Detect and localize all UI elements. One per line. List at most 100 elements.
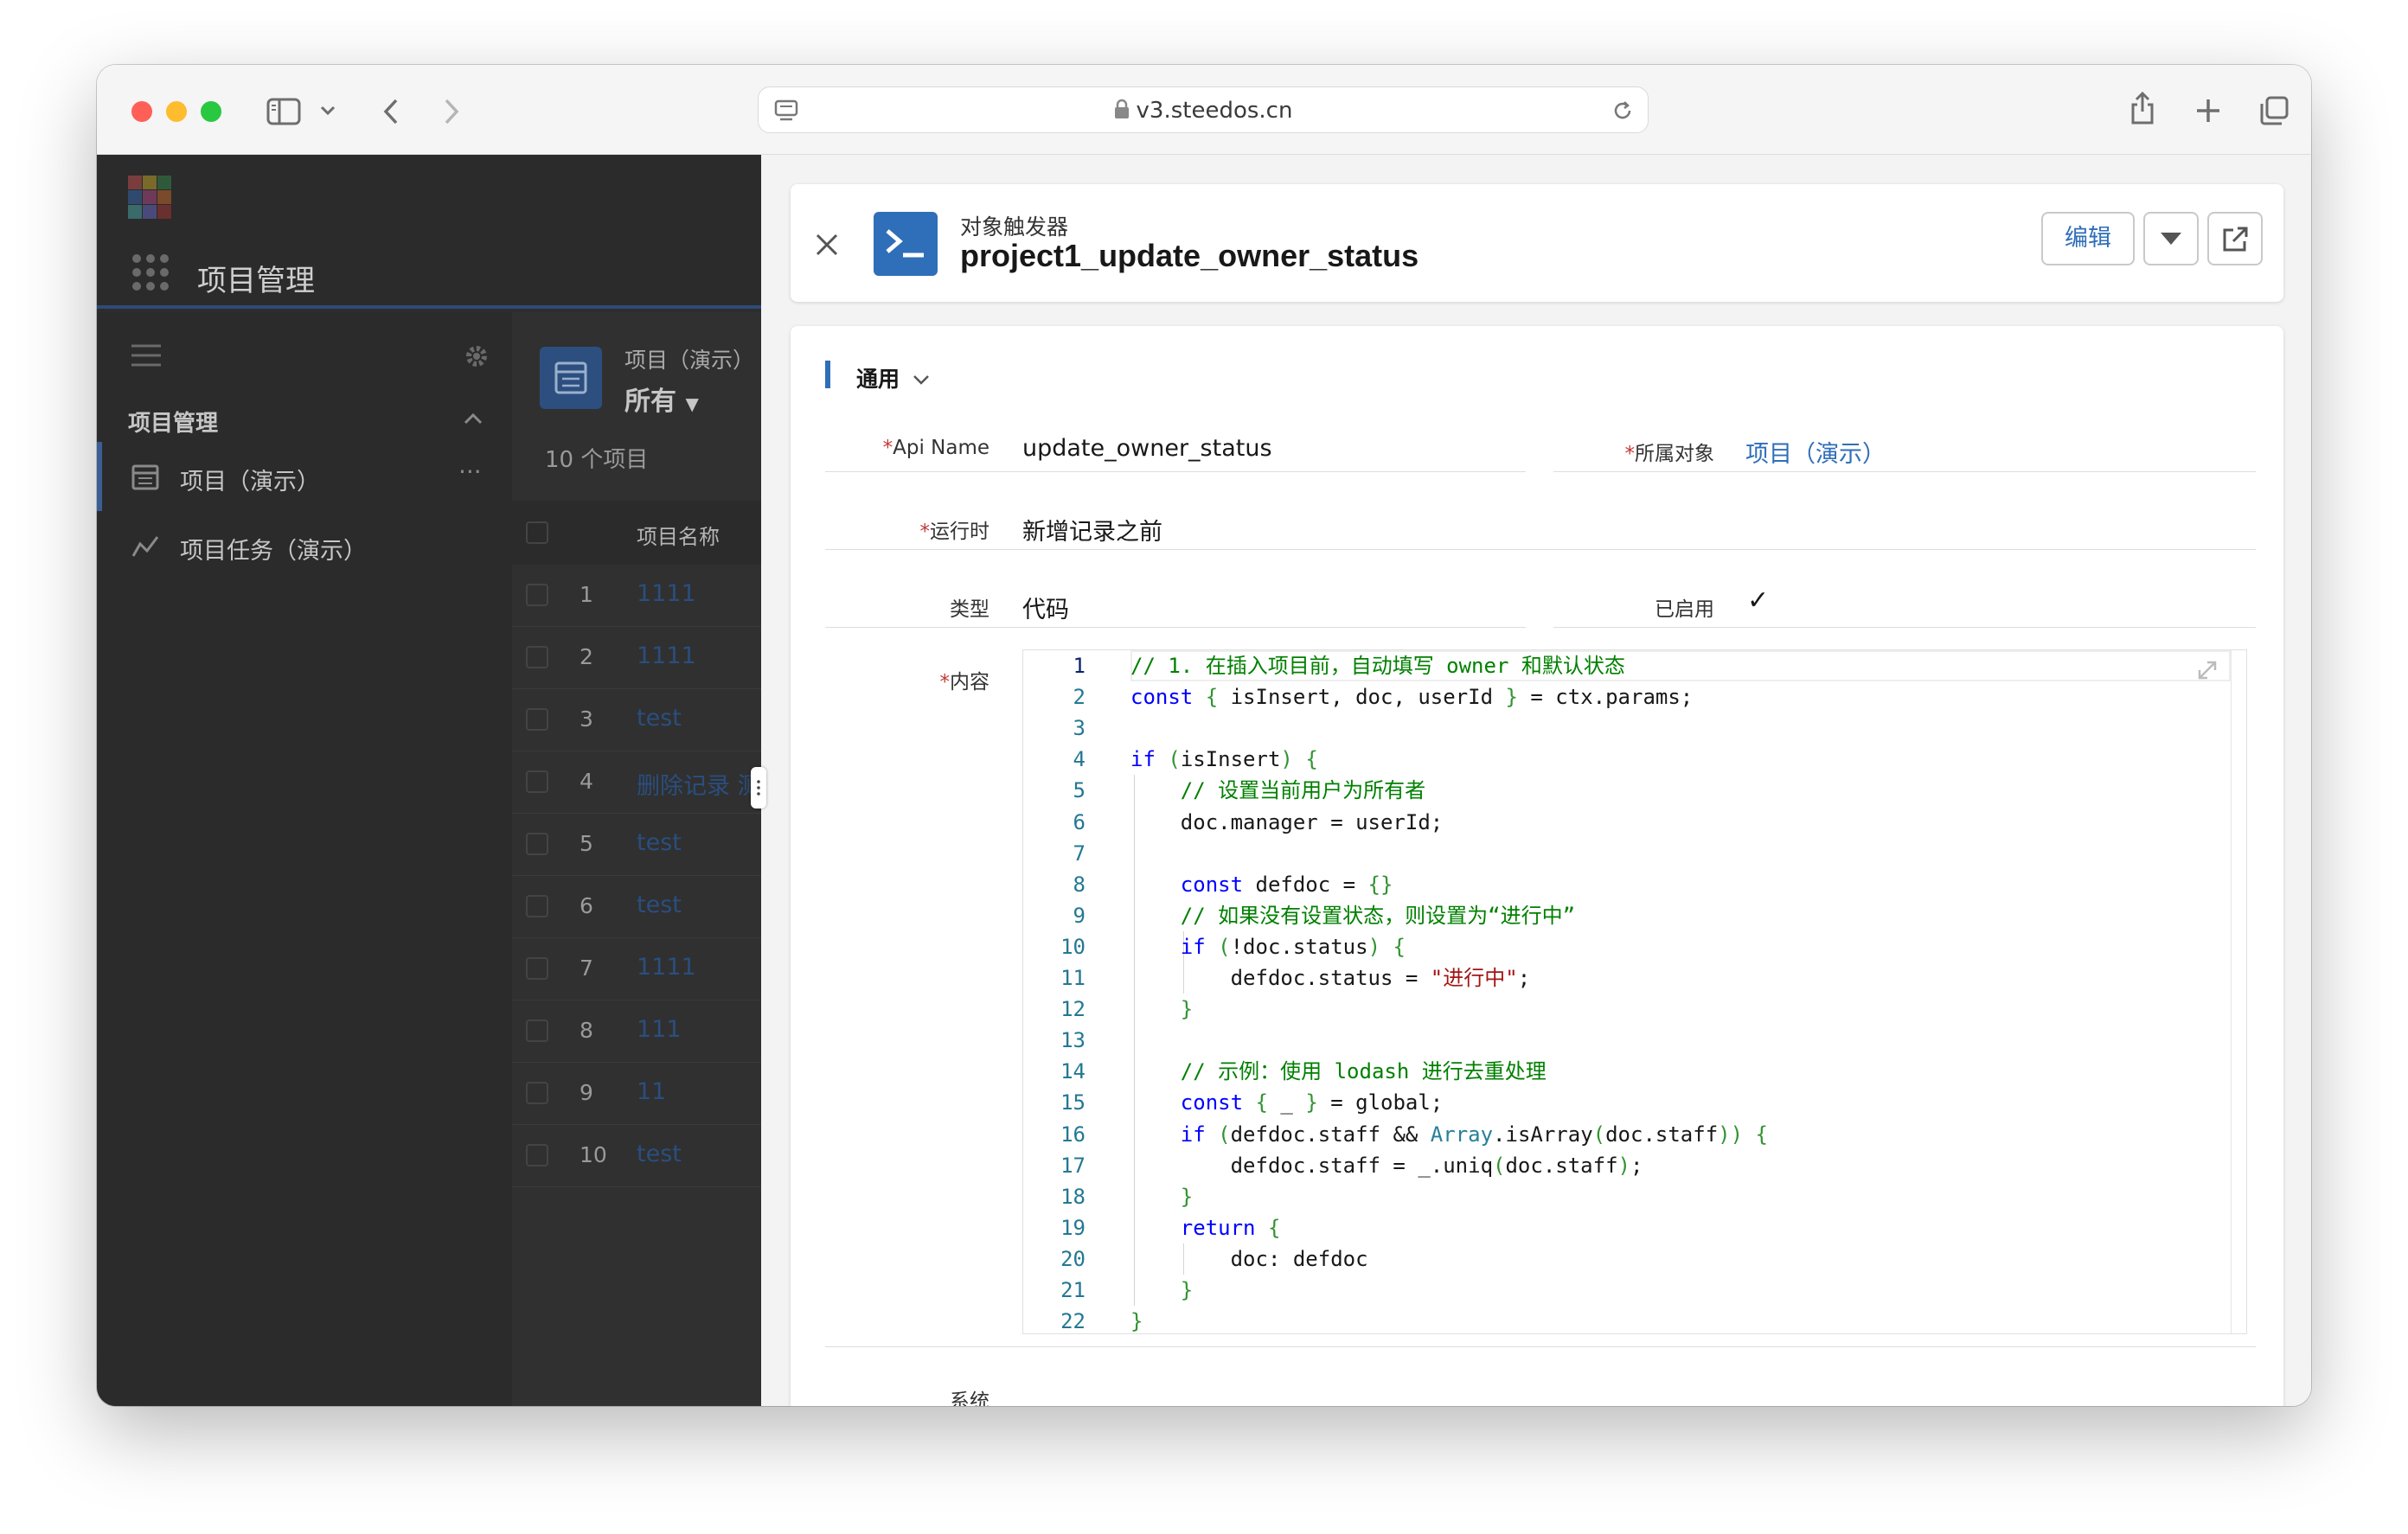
code-line: 19 return {	[1023, 1212, 2225, 1243]
resize-handle[interactable]	[751, 767, 766, 809]
content-label: *内容	[939, 671, 990, 693]
code-text: doc: defdoc	[1130, 1246, 1368, 1271]
nav-section-title: 项目管理	[128, 411, 219, 437]
line-number: 17	[1060, 1153, 1086, 1178]
code-editor[interactable]: 1 // 1. 在插入项目前，自动填写 owner 和默认状态 2 const { i…	[1022, 649, 2247, 1334]
enabled-check-icon: ✓	[1747, 585, 1770, 616]
address-bar[interactable]: v3.steedos.cn	[758, 86, 1649, 133]
app-launcher-icon[interactable]	[131, 253, 170, 291]
row-checkbox[interactable]	[526, 957, 548, 980]
zoom-window-button[interactable]	[201, 101, 221, 122]
tab-overview-icon[interactable]	[2259, 96, 2289, 125]
row-number: 6	[580, 893, 593, 918]
code-line: 3	[1023, 713, 2225, 744]
edit-button[interactable]: 编辑	[2041, 212, 2135, 265]
row-checkbox[interactable]	[526, 646, 548, 668]
api-name-label: *Api Name	[882, 437, 989, 459]
new-tab-icon[interactable]	[2195, 98, 2221, 124]
more-actions-button[interactable]	[2143, 212, 2199, 265]
line-number: 12	[1060, 997, 1086, 1022]
drag-dots-icon	[757, 780, 760, 796]
reload-icon[interactable]	[1611, 99, 1634, 122]
row-name-link[interactable]: 1111	[637, 954, 696, 981]
line-number: 5	[1073, 778, 1086, 803]
table-row[interactable]: 6 test	[512, 876, 761, 938]
row-name-link[interactable]: 1111	[637, 642, 696, 669]
table-row[interactable]: 10 test	[512, 1125, 761, 1187]
row-name-link[interactable]: 删除记录 测	[637, 767, 761, 801]
table-icon	[131, 464, 159, 490]
row-checkbox[interactable]	[526, 708, 548, 731]
row-name-link[interactable]: 111	[637, 1016, 682, 1043]
type-label: 类型	[950, 598, 989, 621]
url-text: v3.steedos.cn	[759, 98, 1648, 124]
table-row[interactable]: 2 1111	[512, 627, 761, 689]
table-row[interactable]: 9 11	[512, 1063, 761, 1125]
line-number: 1	[1073, 654, 1086, 678]
minimize-window-button[interactable]	[166, 101, 187, 122]
sidebar-item-project[interactable]: 项目（演示） ···	[104, 442, 505, 511]
menu-icon[interactable]	[131, 343, 161, 368]
code-line: 11 defdoc.status = "进行中";	[1023, 962, 2225, 994]
row-checkbox[interactable]	[526, 1144, 548, 1166]
list-view-selector[interactable]: 所有 ▼	[624, 380, 699, 418]
row-checkbox[interactable]	[526, 895, 548, 917]
table-row[interactable]: 5 test	[512, 814, 761, 876]
table-icon	[554, 361, 587, 394]
more-icon[interactable]: ···	[458, 457, 482, 486]
table-row[interactable]: 8 111	[512, 1000, 761, 1063]
app-content: 项目管理 项目管理 项目（演示） ··· 项目任务（演示） 项目（演示） 所有 …	[97, 155, 2311, 1406]
record-body: 通用 *Api Name update_owner_status *所属对象 项…	[791, 326, 2283, 1406]
row-checkbox[interactable]	[526, 584, 548, 606]
forward-icon[interactable]	[443, 98, 460, 125]
lock-icon	[1114, 99, 1129, 118]
code-text: // 如果没有设置状态，则设置为“进行中”	[1180, 903, 1576, 928]
divider	[1553, 627, 2256, 628]
terminal-icon	[886, 229, 924, 258]
code-line: 14 // 示例：使用 lodash 进行去重处理	[1023, 1056, 2225, 1087]
share-icon[interactable]	[2129, 91, 2155, 125]
chevron-down-icon	[913, 375, 929, 385]
chevron-up-icon[interactable]	[464, 412, 483, 425]
row-name-link[interactable]: 11	[637, 1078, 666, 1105]
open-new-window-button[interactable]	[2207, 212, 2263, 265]
sidebar-toggle-icon[interactable]	[266, 98, 301, 125]
editor-scrollbar[interactable]	[2231, 650, 2246, 1333]
trend-icon	[131, 536, 159, 557]
table-row[interactable]: 7 1111	[512, 938, 761, 1000]
close-window-button[interactable]	[131, 101, 152, 122]
row-name-link[interactable]: test	[637, 1141, 682, 1167]
row-name-link[interactable]: test	[637, 892, 682, 918]
divider	[825, 549, 2256, 550]
line-number: 22	[1060, 1309, 1086, 1334]
close-icon[interactable]	[815, 233, 839, 257]
list-view: 项目（演示） 所有 ▼ 10 个项目 项目名称 1 1111 2 1111 3 test 4…	[512, 312, 761, 1406]
chevron-down-icon[interactable]	[320, 105, 336, 117]
table-row[interactable]: 1 1111	[512, 565, 761, 627]
code-text: const { isInsert, doc, userId } = ctx.pa…	[1130, 685, 1694, 710]
section-general-toggle[interactable]: 通用	[856, 362, 930, 393]
sidebar-item-label: 项目任务（演示）	[180, 538, 367, 565]
row-name-link[interactable]: 1111	[637, 580, 696, 607]
code-text: // 1. 在插入项目前，自动填写 owner 和默认状态	[1130, 654, 1625, 678]
row-checkbox[interactable]	[526, 833, 548, 855]
logo-icon	[128, 176, 171, 219]
select-all-checkbox[interactable]	[526, 521, 548, 544]
sidebar-item-task[interactable]: 项目任务（演示）	[104, 511, 505, 580]
api-name-label-text: Api Name	[893, 437, 989, 459]
code-line: 6 doc.manager = userId;	[1023, 807, 2225, 838]
row-name-link[interactable]: test	[637, 829, 682, 856]
object-link[interactable]: 项目（演示）	[1745, 435, 1886, 469]
row-checkbox[interactable]	[526, 770, 548, 793]
back-icon[interactable]	[382, 98, 400, 125]
sidebar-item-label: 项目（演示）	[180, 469, 320, 495]
code-line: 12 }	[1023, 994, 2225, 1025]
browser-window: v3.steedos.cn 项目管理 项目管理 项目（演示） ··· 项目任务（…	[97, 65, 2311, 1406]
table-row[interactable]: 4 删除记录 测	[512, 751, 761, 814]
table-row[interactable]: 3 test	[512, 689, 761, 751]
row-checkbox[interactable]	[526, 1082, 548, 1104]
gear-icon[interactable]	[464, 343, 490, 369]
row-checkbox[interactable]	[526, 1019, 548, 1042]
code-line: 18 }	[1023, 1181, 2225, 1212]
row-name-link[interactable]: test	[637, 705, 682, 732]
